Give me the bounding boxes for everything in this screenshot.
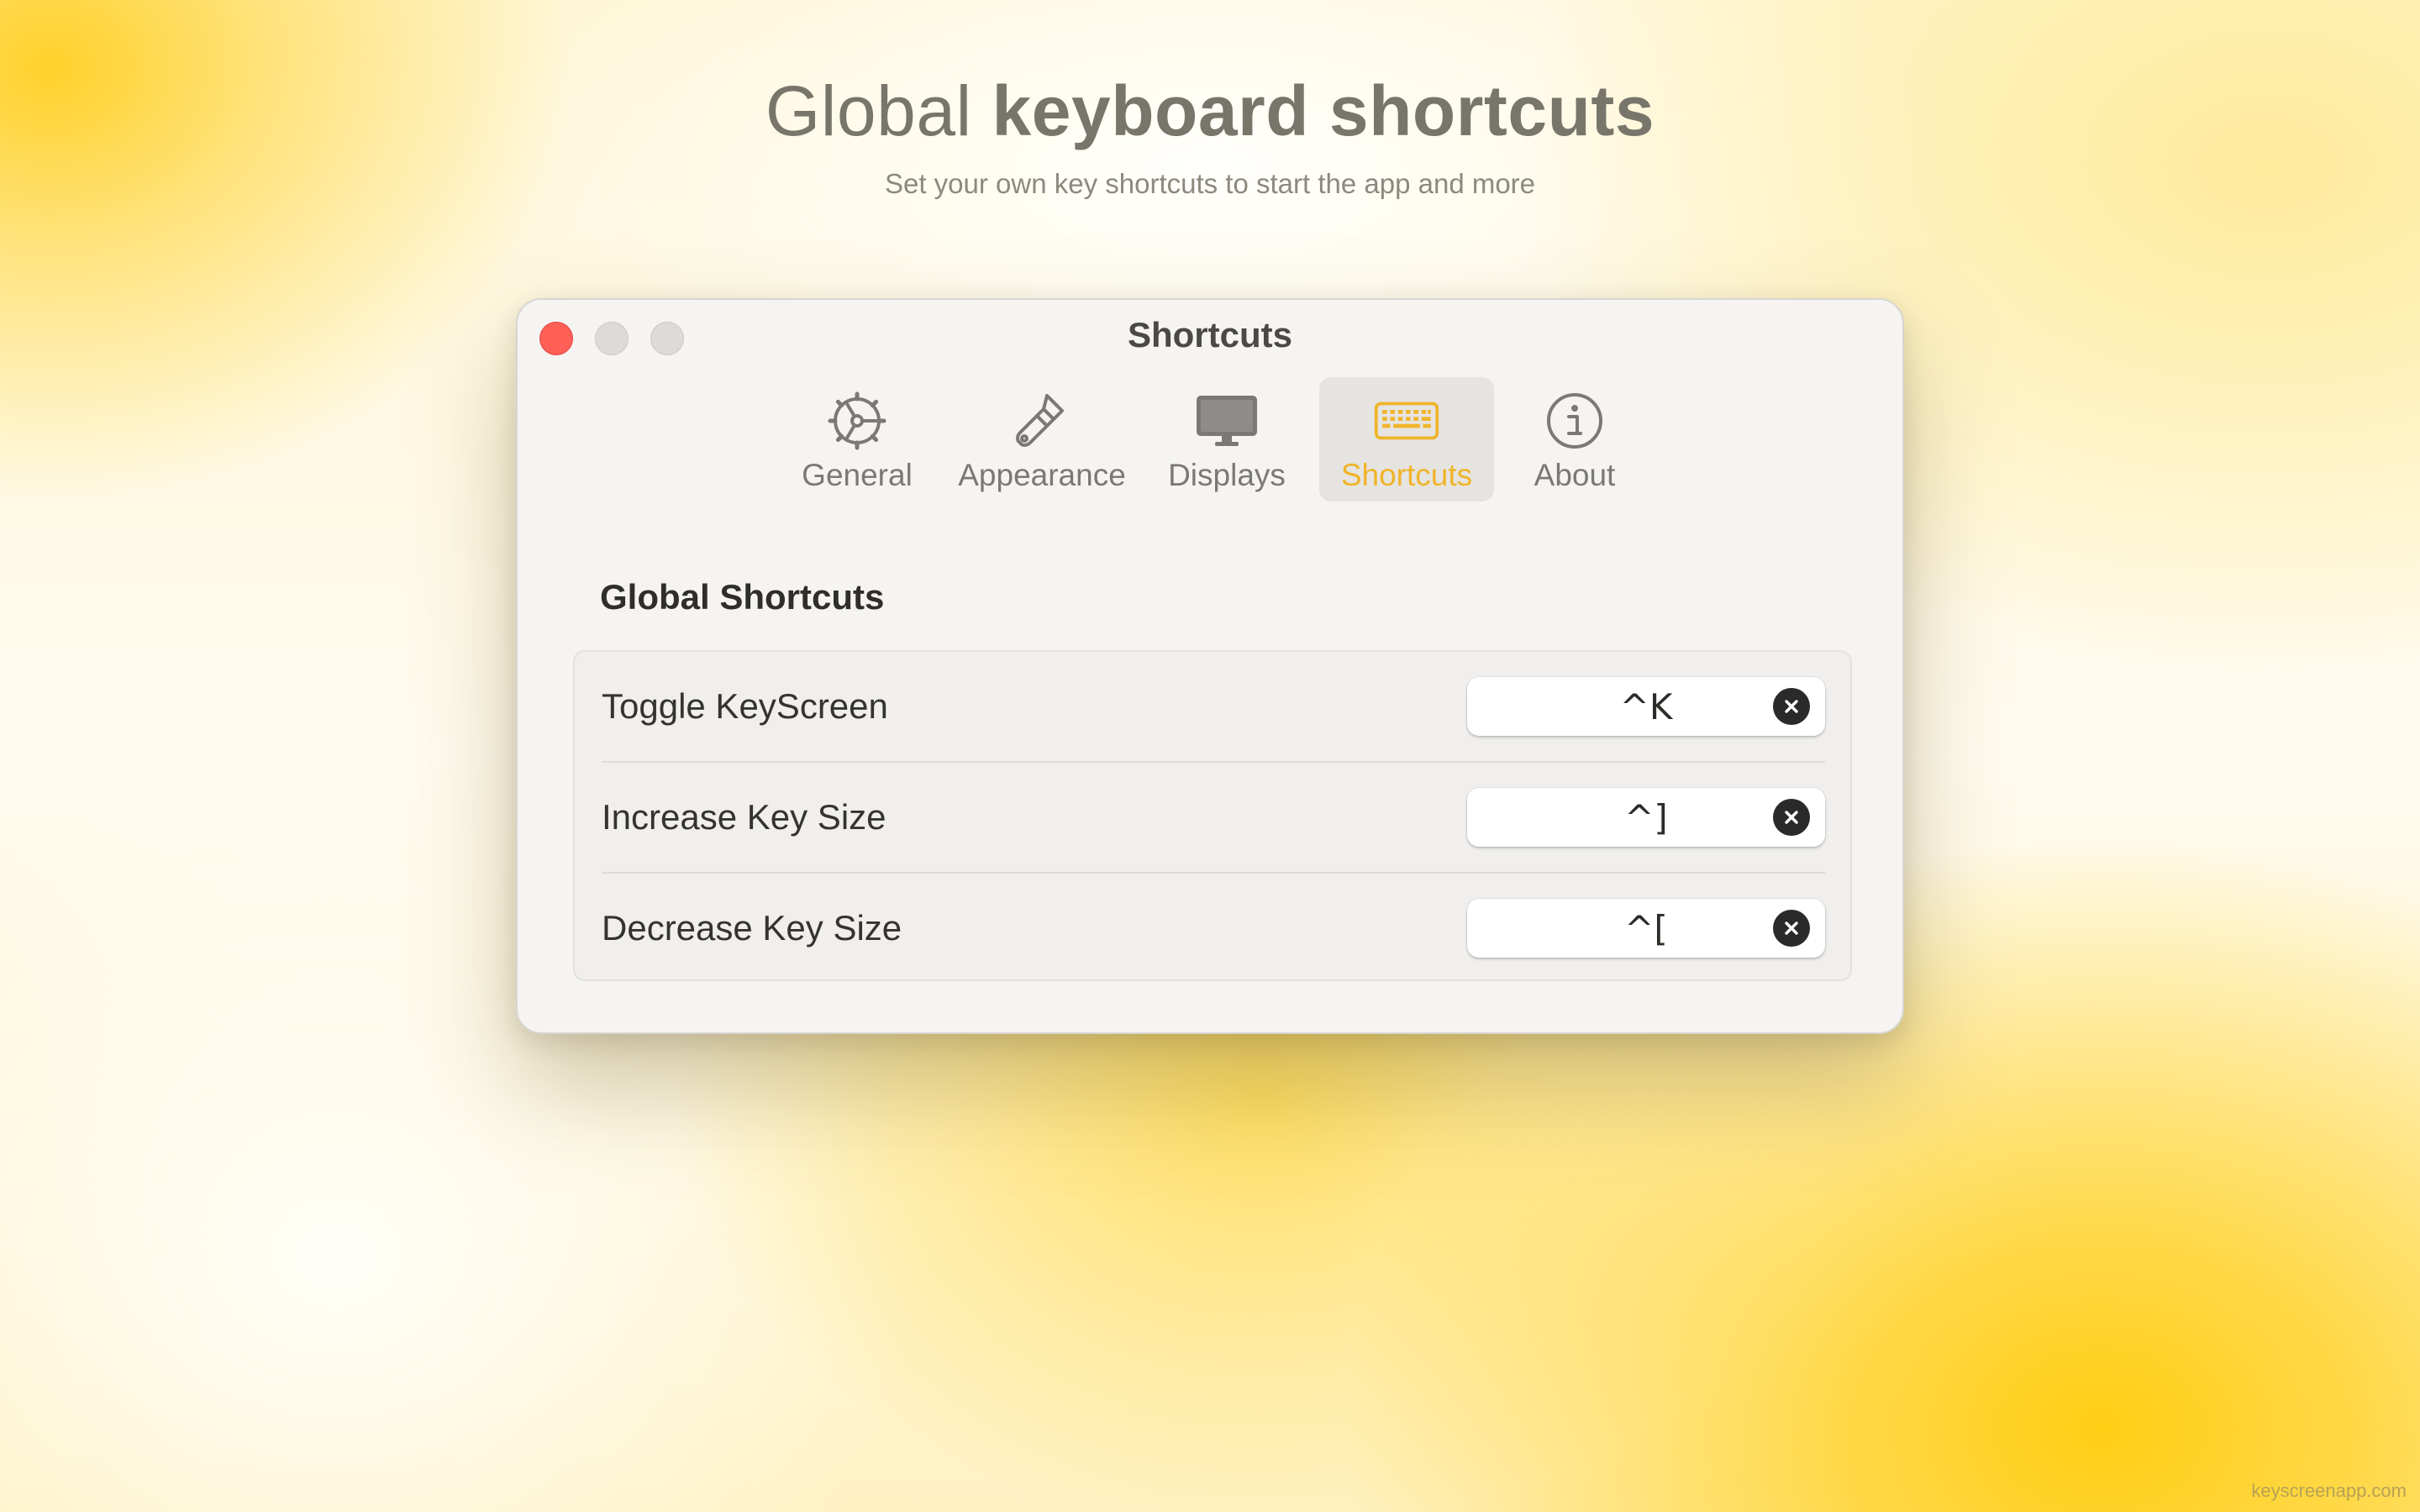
shortcut-keys: ^[ bbox=[1624, 907, 1668, 949]
clear-shortcut-button[interactable] bbox=[1773, 799, 1810, 836]
headline-bold: keyboard shortcuts bbox=[992, 71, 1655, 150]
preferences-window: Shortcuts General Appearance Displays Sh… bbox=[516, 298, 1904, 1034]
clear-icon bbox=[1785, 700, 1798, 713]
shortcut-row: Increase Key Size ^] bbox=[602, 763, 1825, 872]
display-icon bbox=[1193, 387, 1260, 454]
page-headline: Global keyboard shortcuts bbox=[0, 72, 2420, 150]
shortcut-recorder[interactable]: ^K bbox=[1467, 677, 1825, 736]
tab-displays-label: Displays bbox=[1168, 458, 1286, 492]
shortcut-recorder[interactable]: ^] bbox=[1467, 788, 1825, 847]
clear-icon bbox=[1785, 811, 1798, 824]
shortcut-recorder[interactable]: ^[ bbox=[1467, 899, 1825, 958]
paintbrush-icon bbox=[1008, 387, 1076, 454]
tab-general-label: General bbox=[802, 458, 913, 492]
tab-appearance[interactable]: Appearance bbox=[950, 377, 1134, 501]
preferences-toolbar: General Appearance Displays Shortcuts Ab… bbox=[518, 377, 1902, 501]
shortcut-keys: ^K bbox=[1619, 685, 1673, 727]
shortcut-row: Decrease Key Size ^[ bbox=[602, 874, 1825, 983]
keyboard-icon bbox=[1373, 387, 1440, 454]
tab-displays[interactable]: Displays bbox=[1134, 377, 1319, 501]
window-title: Shortcuts bbox=[1127, 315, 1292, 354]
tab-general[interactable]: General bbox=[765, 377, 950, 501]
section-title: Global Shortcuts bbox=[600, 577, 885, 617]
tab-shortcuts[interactable]: Shortcuts bbox=[1319, 377, 1494, 501]
shortcut-label: Decrease Key Size bbox=[602, 908, 902, 948]
tab-appearance-label: Appearance bbox=[958, 458, 1126, 492]
headline-light: Global bbox=[765, 71, 972, 150]
shortcut-row: Toggle KeyScreen ^K bbox=[602, 652, 1825, 761]
clear-icon bbox=[1785, 921, 1798, 935]
tab-about-label: About bbox=[1534, 458, 1616, 492]
clear-shortcut-button[interactable] bbox=[1773, 688, 1810, 725]
shortcut-label: Increase Key Size bbox=[602, 797, 886, 837]
clear-shortcut-button[interactable] bbox=[1773, 910, 1810, 947]
shortcut-keys: ^] bbox=[1624, 796, 1668, 838]
page-subheadline: Set your own key shortcuts to start the … bbox=[884, 168, 1536, 199]
shortcuts-group: Toggle KeyScreen ^K Increase Key Size ^] bbox=[573, 650, 1852, 981]
tab-about[interactable]: About bbox=[1494, 377, 1655, 501]
gear-icon bbox=[823, 387, 891, 454]
info-icon bbox=[1541, 387, 1608, 454]
shortcut-label: Toggle KeyScreen bbox=[602, 686, 888, 726]
watermark: keyscreenapp.com bbox=[2251, 1480, 2407, 1501]
tab-shortcuts-label: Shortcuts bbox=[1340, 458, 1473, 492]
